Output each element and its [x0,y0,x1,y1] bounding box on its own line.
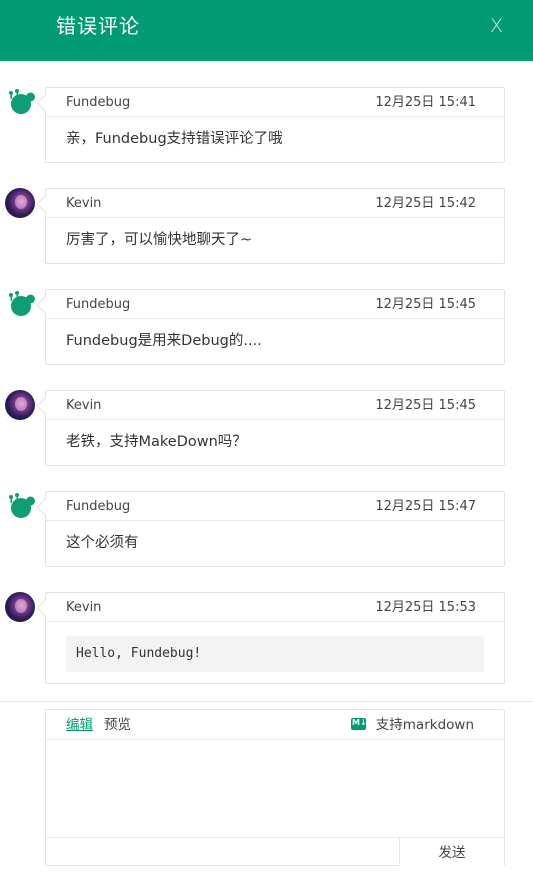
comment-editor: 编辑 预览 M↓ 支持markdown 发送 [45,709,505,866]
kevin-avatar-icon [5,188,35,218]
fundebug-logo-icon [5,491,35,521]
close-button[interactable]: X [490,12,503,40]
page-title: 错误评论 [56,14,140,38]
comment-author: Fundebug [66,297,131,312]
tab-edit[interactable]: 编辑 [66,710,93,740]
comment-card: Fundebug 12月25日 15:41 亲，Fundebug支持错误评论了哦 [45,87,505,163]
send-button[interactable]: 发送 [399,838,504,866]
comment-time: 12月25日 15:45 [375,398,476,413]
fundebug-logo-icon [5,87,35,117]
comment-text: 亲，Fundebug支持错误评论了哦 [66,131,283,147]
comment-time: 12月25日 15:45 [375,297,476,312]
comment-card: Kevin 12月25日 15:53 Hello, Fundebug! [45,592,505,684]
comment-time: 12月25日 15:53 [375,600,476,615]
comment-card: Fundebug 12月25日 15:45 Fundebug是用来Debug的.… [45,289,505,365]
comment-text: Fundebug是用来Debug的.... [66,333,262,349]
code-block: Hello, Fundebug! [66,636,484,672]
comment-text: 老铁，支持MakeDown吗？ [66,434,247,450]
comment-input[interactable] [46,740,504,838]
comment-card: Kevin 12月25日 15:45 老铁，支持MakeDown吗？ [45,390,505,466]
markdown-icon: M↓ [351,718,367,730]
kevin-avatar-icon [5,390,35,420]
comment-card: Kevin 12月25日 15:42 厉害了，可以愉快地聊天了~ [45,188,505,264]
comment-text: 这个必须有 [66,535,139,551]
divider [0,701,533,702]
editor-tabs: 编辑 预览 M↓ 支持markdown [46,710,504,740]
kevin-avatar-icon [5,592,35,622]
comment-card: Fundebug 12月25日 15:47 这个必须有 [45,491,505,567]
markdown-support-label: 支持markdown [375,717,474,733]
comment-author: Fundebug [66,499,131,514]
tab-preview[interactable]: 预览 [104,710,131,740]
comment-time: 12月25日 15:41 [375,95,476,110]
header-bar: 错误评论 X [0,0,533,61]
comment-author: Kevin [66,398,102,413]
editor-footer: 发送 [46,837,504,866]
comment-author: Fundebug [66,95,131,110]
fundebug-logo-icon [5,289,35,319]
comment-author: Kevin [66,196,102,211]
comment-author: Kevin [66,600,102,615]
comment-time: 12月25日 15:47 [375,499,476,514]
comment-text: 厉害了，可以愉快地聊天了~ [66,232,253,248]
comment-time: 12月25日 15:42 [375,196,476,211]
